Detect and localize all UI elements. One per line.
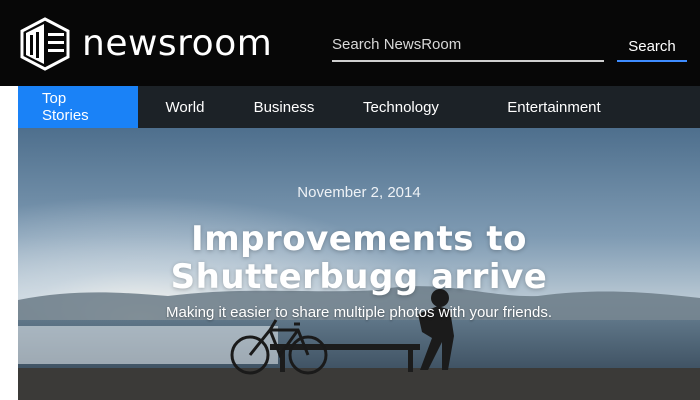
nav-tab-technology[interactable]: Technology	[336, 86, 466, 128]
nav-tab-business[interactable]: Business	[232, 86, 336, 128]
story-title-line-2[interactable]: Shutterbugg arrive	[18, 258, 700, 296]
newspaper-building-icon	[20, 17, 70, 71]
nav-tab-top-stories[interactable]: Top Stories	[18, 86, 138, 128]
search-field-wrapper	[332, 32, 604, 62]
search-input[interactable]	[332, 32, 604, 60]
site-header: newsroom Search	[0, 0, 700, 86]
nav-tab-world[interactable]: World	[138, 86, 232, 128]
story-subtitle: Making it easier to share multiple photo…	[165, 304, 552, 321]
category-nav: Top Stories World Business Technology En…	[18, 86, 700, 128]
hero-story[interactable]: November 2, 2014 Improvements to Shutter…	[18, 128, 700, 400]
site-logo[interactable]: newsroom	[16, 16, 272, 72]
story-date: November 2, 2014	[297, 184, 421, 201]
story-title-line-1[interactable]: Improvements to	[18, 220, 700, 258]
search-button[interactable]: Search	[617, 32, 687, 62]
logo-wordmark: newsroom	[82, 23, 273, 64]
story-title[interactable]: Improvements to Shutterbugg arrive	[18, 220, 700, 296]
nav-tab-entertainment[interactable]: Entertainment	[466, 86, 642, 128]
